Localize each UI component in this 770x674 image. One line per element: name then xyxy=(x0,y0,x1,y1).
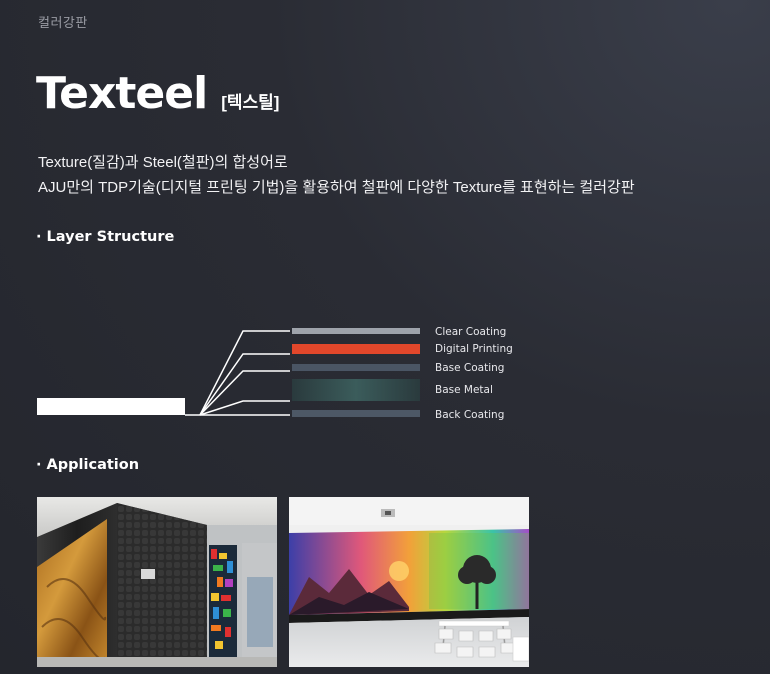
layer-label-base-coating: Base Coating xyxy=(435,362,504,374)
layer-bar-digital-printing xyxy=(292,344,420,354)
cafeteria-mural-photo xyxy=(289,497,529,667)
leader-line-base-coating xyxy=(199,370,290,416)
application-heading: · Application xyxy=(36,457,140,473)
layer-bar-back-coating xyxy=(292,410,420,417)
layer-label-clear-coating: Clear Coating xyxy=(435,326,506,338)
layer-label-back-coating: Back Coating xyxy=(435,409,504,421)
leader-line-clear-coating xyxy=(199,330,290,416)
layer-bar-base-metal xyxy=(292,379,420,401)
steel-plate-cross-section xyxy=(37,398,185,415)
interior-wall-photo xyxy=(37,497,277,667)
leader-line-base-metal xyxy=(199,400,290,416)
layer-label-base-metal: Base Metal xyxy=(435,384,493,396)
layer-bar-base-coating xyxy=(292,364,420,371)
leader-line-digital-printing xyxy=(199,353,290,416)
layer-bar-clear-coating xyxy=(292,328,420,334)
layer-label-digital-printing: Digital Printing xyxy=(435,343,513,355)
